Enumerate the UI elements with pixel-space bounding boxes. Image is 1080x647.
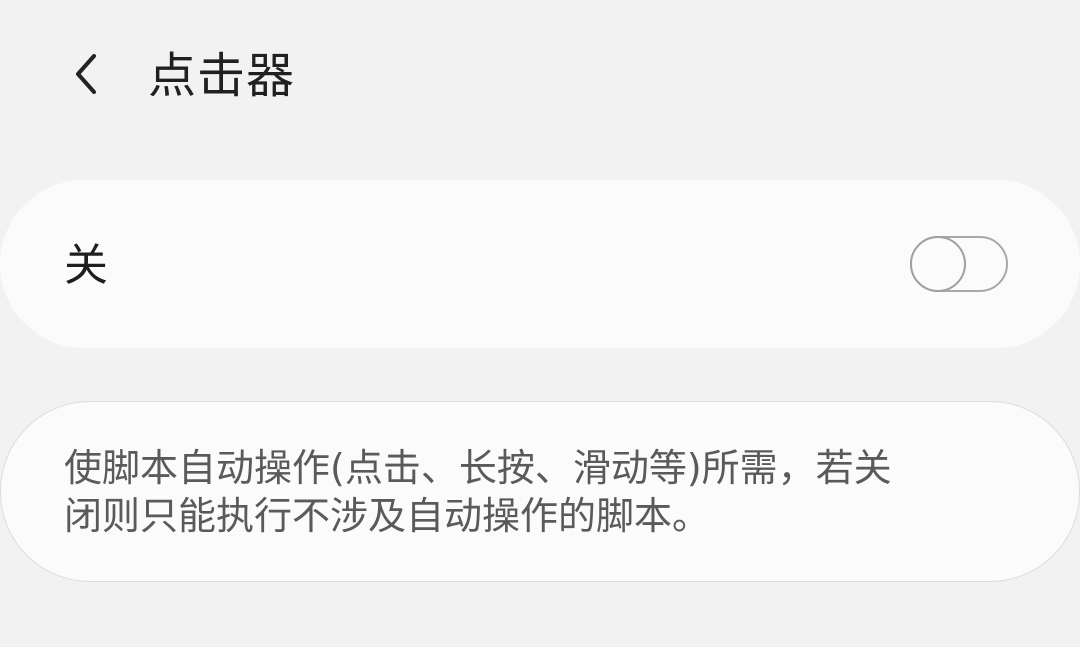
toggle-state-label: 关 xyxy=(64,240,108,291)
clicker-toggle-row[interactable]: 关 xyxy=(0,180,1080,348)
page-title: 点击器 xyxy=(148,48,296,104)
chevron-left-icon xyxy=(76,54,96,94)
description-card: 使脚本自动操作(点击、长按、滑动等)所需，若关 闭则只能执行不涉及自动操作的脚本… xyxy=(0,401,1080,582)
switch-thumb xyxy=(910,236,966,292)
header-bar: 点击器 xyxy=(0,0,1080,150)
clicker-switch[interactable] xyxy=(910,236,1008,292)
description-text: 使脚本自动操作(点击、长按、滑动等)所需，若关 闭则只能执行不涉及自动操作的脚本… xyxy=(64,446,892,538)
back-button[interactable] xyxy=(56,44,116,104)
